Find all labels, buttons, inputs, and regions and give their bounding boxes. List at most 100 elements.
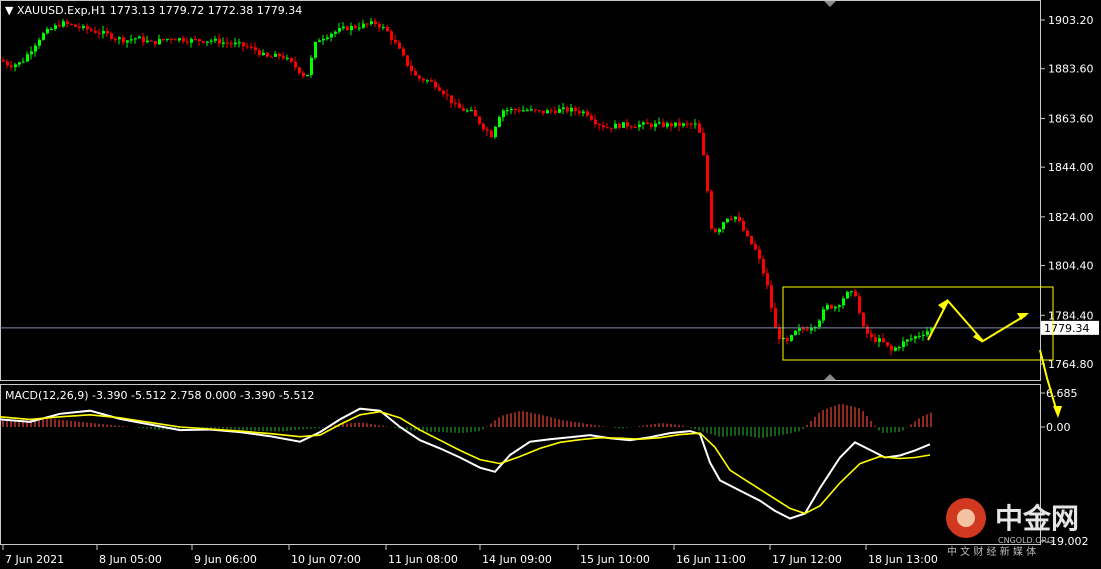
bear-candle [610,127,613,129]
bear-candle [86,25,89,30]
bull-candle [910,338,913,340]
bear-candle [366,23,369,25]
bear-candle [858,296,861,313]
bull-candle [582,111,585,114]
bear-candle [106,31,109,34]
bear-candle [870,333,873,338]
bear-candle [294,61,297,68]
bear-candle [646,122,649,124]
bull-candle [818,320,821,327]
bull-candle [906,339,909,342]
bear-candle [94,30,97,33]
time-tick-label: 15 Jun 10:00 [580,553,650,566]
bull-candle [262,52,265,56]
bear-candle [786,337,789,341]
bear-candle [482,123,485,130]
bear-candle [670,123,673,127]
bear-candle [770,285,773,309]
bull-candle [178,38,181,41]
collapse-triangle-icon[interactable]: ▼ [5,4,14,17]
bull-candle [370,21,373,25]
bull-candle [722,222,725,230]
bear-candle [182,38,185,42]
bull-candle [658,122,661,124]
bull-candle [498,117,501,127]
current-price-value: 1779.34 [1044,322,1090,335]
bull-candle [350,25,353,31]
bear-candle [474,110,477,117]
bear-candle [250,47,253,49]
bear-candle [230,43,233,45]
bull-candle [546,110,549,114]
bull-candle [826,304,829,310]
bear-candle [266,52,269,57]
chart-background [0,0,1101,569]
bear-candle [886,342,889,346]
price-tick-label: 1883.60 [1048,63,1094,76]
bear-candle [254,47,257,51]
bear-candle [574,107,577,112]
bull-candle [614,123,617,129]
time-tick-label: 11 Jun 08:00 [388,553,458,566]
bear-candle [758,249,761,260]
bear-candle [586,111,589,116]
bull-candle [674,122,677,127]
bear-candle [534,109,537,111]
bull-candle [894,347,897,351]
bull-candle [130,39,133,41]
bear-candle [394,39,397,43]
bear-candle [802,328,805,330]
bull-candle [18,62,21,65]
bear-candle [78,26,81,28]
bear-candle [374,21,377,25]
macd-tick-label: 0.00 [1046,421,1071,434]
bear-candle [602,125,605,128]
price-tick-label: 1844.00 [1048,161,1094,174]
bull-candle [898,347,901,349]
bear-candle [598,124,601,126]
bear-candle [386,26,389,32]
price-chart[interactable]: 1903.20 1883.60 1863.60 1844.00 1824.00 1804.… [0,0,1101,569]
bull-candle [318,40,321,42]
bull-candle [470,110,473,112]
bear-candle [514,109,517,111]
bull-candle [622,122,625,128]
bear-candle [706,155,709,192]
bull-candle [210,40,213,42]
bull-candle [502,110,505,118]
bull-candle [790,335,793,341]
bull-candle [914,336,917,339]
bull-candle [510,109,513,111]
bear-candle [282,56,285,59]
bull-candle [190,39,193,43]
time-tick-label: 10 Jun 07:00 [291,553,361,566]
bear-candle [410,65,413,72]
bull-candle [30,51,33,55]
bear-candle [226,42,229,44]
time-tick-label: 17 Jun 12:00 [772,553,842,566]
bull-candle [466,110,469,112]
bull-candle [126,40,129,43]
macd-label: MACD(12,26,9) -3.390 -5.512 2.758 0.000 … [5,389,314,402]
bull-candle [310,57,313,75]
bear-candle [678,122,681,126]
bull-candle [382,26,385,28]
bear-candle [554,110,557,113]
current-price-label: 1779.34 [1041,320,1099,335]
bear-candle [454,103,457,105]
bear-candle [98,32,101,34]
bull-candle [238,42,241,44]
bear-candle [302,72,305,77]
price-tick-label: 1784.40 [1048,309,1094,322]
bear-candle [246,46,249,48]
bear-candle [122,37,125,43]
bull-candle [902,341,905,348]
bull-candle [38,39,41,46]
bull-candle [694,123,697,125]
bear-candle [806,329,809,331]
bull-candle [22,61,25,63]
bull-candle [926,331,929,335]
bear-candle [202,41,205,43]
bear-candle [390,31,393,40]
bull-candle [878,338,881,342]
